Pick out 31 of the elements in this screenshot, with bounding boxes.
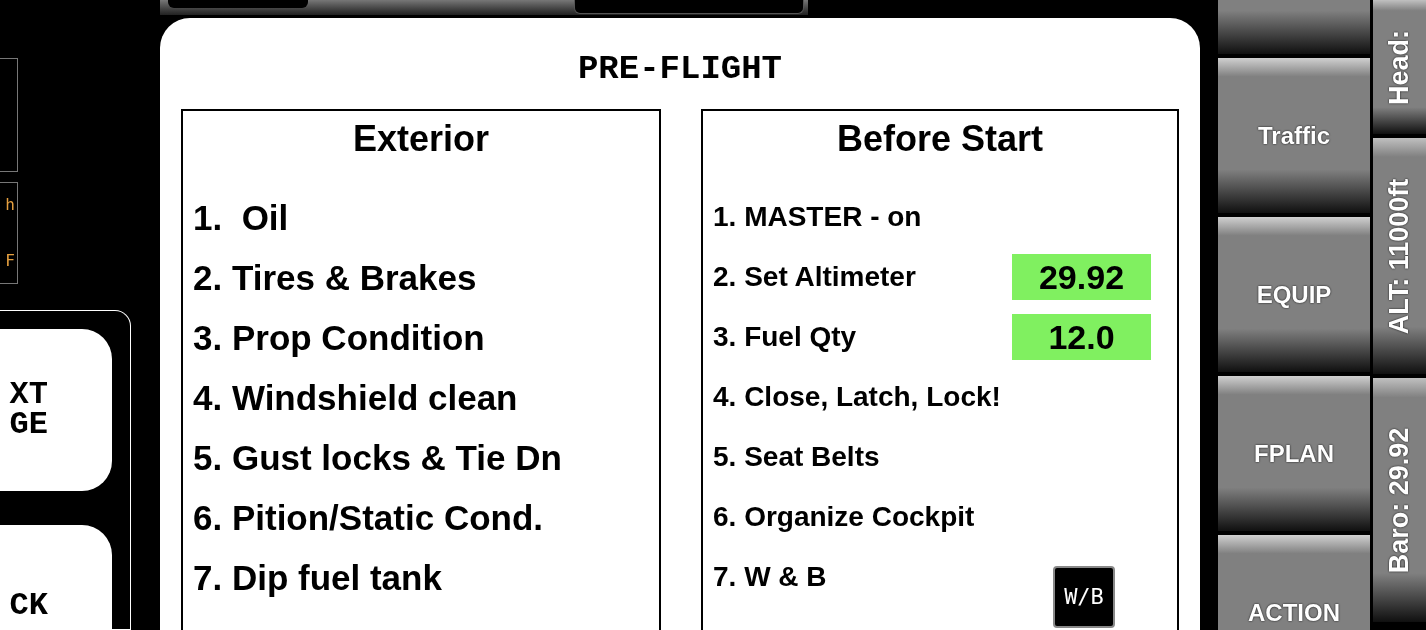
menu-button[interactable]: EQUIP: [1218, 217, 1370, 372]
checklist-item: 4. Close, Latch, Lock!: [713, 383, 1001, 411]
status-text: ALT: 11000ft: [1386, 178, 1413, 334]
checklist-item: 7. W & B: [713, 563, 827, 591]
status-text: Baro: 29.92: [1386, 427, 1413, 573]
checklist-item: 1. Oil: [193, 199, 289, 235]
readout-text: F: [5, 253, 15, 269]
checklist-item: 3. Prop Condition: [193, 319, 485, 355]
checklist-item: 6. Organize Cockpit: [713, 503, 975, 531]
checklist-item: 6. Pition/Static Cond.: [193, 499, 544, 535]
page-button[interactable]: XT GE: [0, 329, 112, 491]
checklist-title: PRE-FLIGHT: [577, 52, 782, 86]
readout-text: h: [5, 196, 15, 213]
checklist-item: 1. MASTER - on: [713, 203, 922, 231]
checklist-item: 2. Set Altimeter: [713, 263, 916, 291]
section-heading: Exterior: [351, 121, 491, 157]
checklist-item: 3. Fuel Qty: [713, 323, 857, 351]
menu-button[interactable]: ACTION: [1218, 535, 1370, 630]
checklist-item: 2. Tires & Brakes: [193, 259, 477, 295]
checklist-item: 7. Dip fuel tank: [193, 559, 442, 595]
status-text: Head:: [1386, 29, 1413, 105]
value-field: 29.92: [1012, 254, 1151, 300]
menu-button[interactable]: Traffic: [1218, 58, 1370, 213]
page-button[interactable]: CK: [0, 525, 112, 630]
checklist-item: 5. Gust locks & Tie Dn: [193, 439, 562, 475]
menu-button[interactable]: FPLAN: [1218, 376, 1370, 531]
checklist-item: 4. Windshield clean: [193, 379, 518, 415]
weight-balance-button[interactable]: W/B: [1053, 566, 1115, 628]
value-field: 12.0: [1012, 314, 1151, 360]
section-heading: Before Start: [835, 121, 1045, 157]
checklist-item: 5. Seat Belts: [713, 443, 880, 471]
